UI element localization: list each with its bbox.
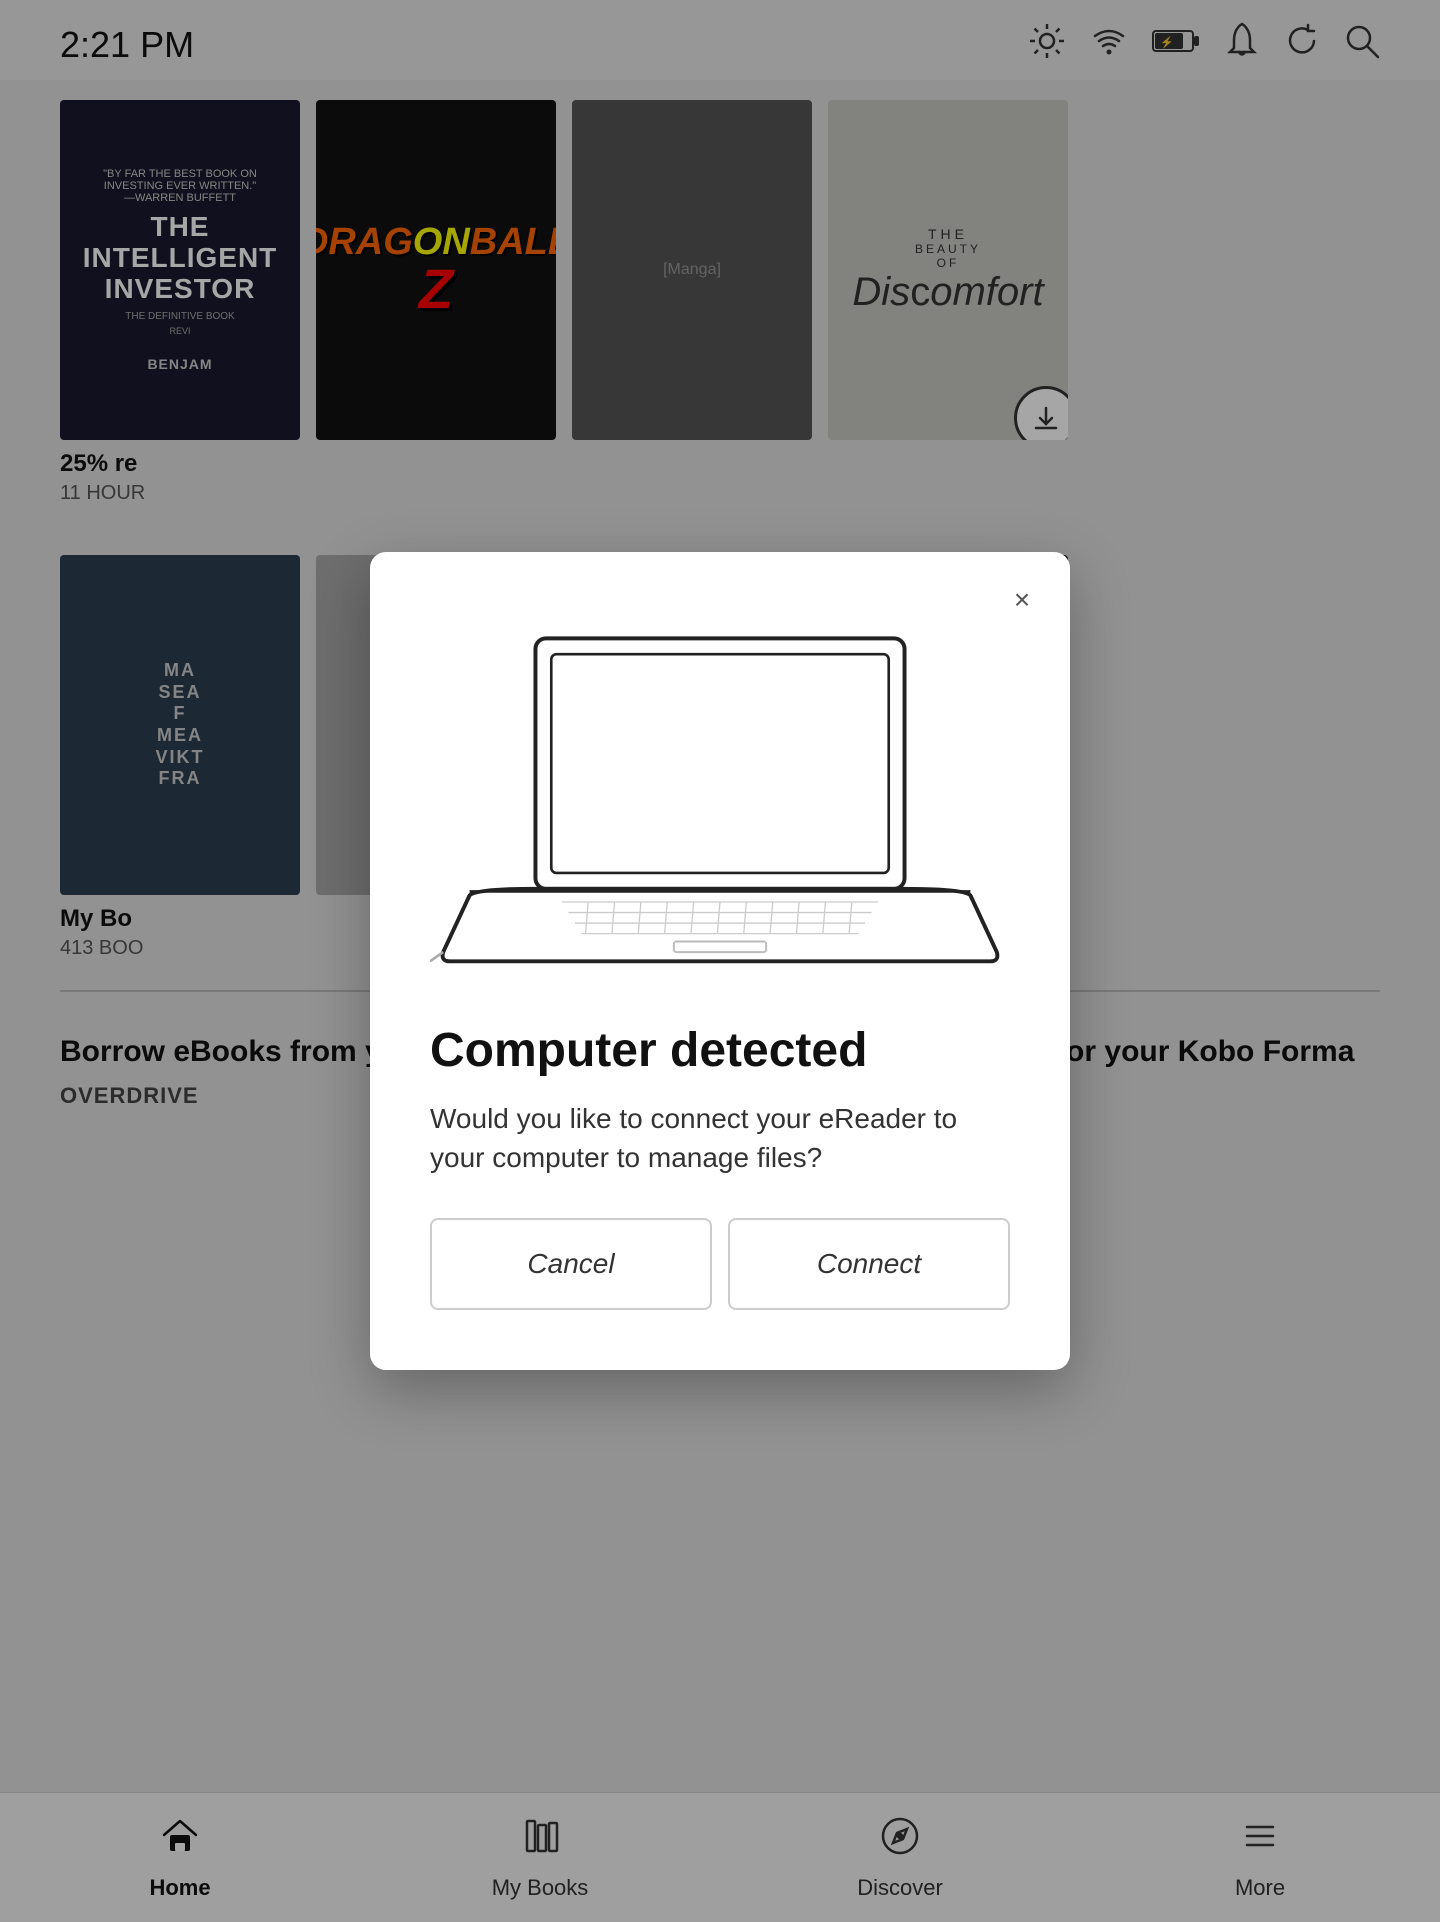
laptop-illustration [430,612,1010,981]
cancel-button[interactable]: Cancel [430,1218,712,1310]
modal-body: Would you like to connect your eReader t… [430,1099,1010,1177]
connect-button[interactable]: Connect [728,1218,1010,1310]
modal-title: Computer detected [430,1022,1010,1080]
modal-buttons: Cancel Connect [430,1218,1010,1310]
modal-overlay: × [0,0,1440,1922]
modal-close-button[interactable]: × [998,576,1046,624]
computer-detected-modal: × [370,552,1070,1369]
